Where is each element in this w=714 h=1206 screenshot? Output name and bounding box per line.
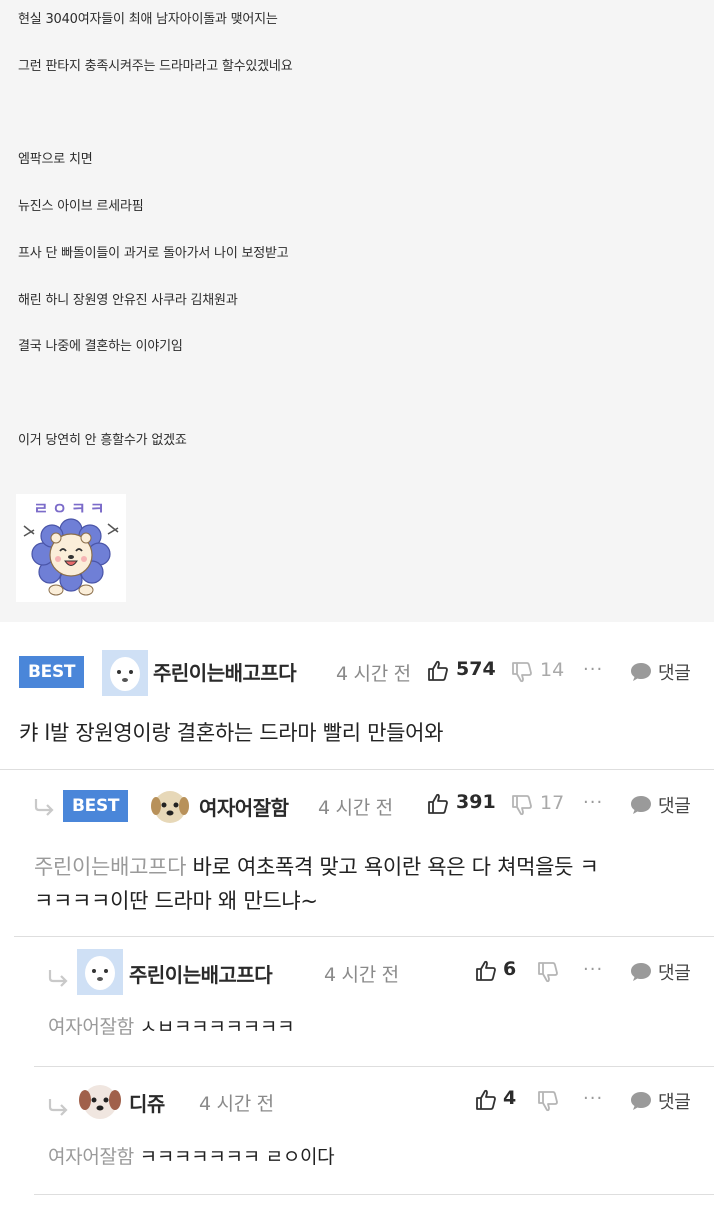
comment-text: 캬 l발 장원영이랑 결혼하는 드라마 빨리 만들어와 <box>19 721 444 745</box>
like-count: 6 <box>503 958 517 980</box>
comment-text-line: ㅋㅋㅋㅋㅋㅋㅋ ㄹㅇ이다 <box>133 1146 335 1168</box>
divider <box>34 1066 714 1067</box>
post-line: 이거 당연히 안 흥할수가 없겠죠 <box>18 433 187 448</box>
reply-button[interactable]: 댓글 <box>658 959 691 985</box>
speech-bubble-icon[interactable] <box>629 961 653 987</box>
more-options-button[interactable]: ··· <box>583 792 603 813</box>
post-line: 현실 3040여자들이 최애 남자아이돌과 맺어지는 <box>18 12 278 27</box>
comment-section: BEST 주린이는배고프다 4 시간 전 574 14 ··· 댓글 캬 l발 … <box>0 622 714 1206</box>
best-badge: BEST <box>19 656 85 688</box>
avatar[interactable] <box>77 1078 123 1124</box>
post-line: 프사 단 빠돌이들이 과거로 돌아가서 나이 보정받고 <box>18 246 289 261</box>
comment-nickname[interactable]: 여자어잘함 <box>199 792 289 821</box>
comment-time: 4 시간 전 <box>324 964 399 986</box>
post-line: 그런 판타지 충족시켜주는 드라마라고 할수있겠네요 <box>18 59 293 74</box>
thumbs-up-icon[interactable] <box>474 959 498 987</box>
reply-arrow-icon <box>33 797 57 821</box>
post-line: 뉴진스 아이브 르세라핌 <box>18 199 144 214</box>
like-count: 4 <box>503 1087 517 1109</box>
thumbs-up-icon[interactable] <box>426 792 450 820</box>
comment-time: 4 시간 전 <box>318 797 393 819</box>
reply-arrow-icon <box>47 1097 71 1121</box>
reply-button[interactable]: 댓글 <box>658 792 691 818</box>
dislike-count: 14 <box>540 659 565 681</box>
avatar[interactable] <box>147 782 193 828</box>
divider <box>0 769 714 770</box>
divider <box>14 936 714 937</box>
comment-text: 여자어잘함 ㅅㅂㅋㅋㅋㅋㅋㅋㅋ <box>48 1010 295 1044</box>
thumbs-down-icon[interactable] <box>510 660 534 688</box>
comment-mention[interactable]: 주린이는배고프다 <box>34 855 186 879</box>
comment-text: 여자어잘함 ㅋㅋㅋㅋㅋㅋㅋ ㄹㅇ이다 <box>48 1140 335 1174</box>
like-count: 574 <box>456 658 496 680</box>
comment-text-line: 바로 여초폭격 맞고 욕이란 욕은 다 쳐먹을듯 ㅋ <box>186 855 599 879</box>
comment-text: 주린이는배고프다 바로 여초폭격 맞고 욕이란 욕은 다 쳐먹을듯 ㅋ <box>34 850 599 884</box>
svg-text:ㄹㅇㅋㅋ: ㄹㅇㅋㅋ <box>34 499 109 518</box>
lion-sticker-image: ㄹㅇㅋㅋ <box>16 494 126 602</box>
comment-nickname[interactable]: 주린이는배고프다 <box>153 657 297 686</box>
thumbs-down-icon[interactable] <box>510 793 534 821</box>
thumbs-down-icon[interactable] <box>536 1089 560 1117</box>
post-line: 엠팍으로 치면 <box>18 152 93 167</box>
more-options-button[interactable]: ··· <box>583 959 603 980</box>
post-line: 결국 나중에 결혼하는 이야기임 <box>18 339 183 354</box>
more-options-button[interactable]: ··· <box>583 659 603 680</box>
comment-time: 4 시간 전 <box>199 1093 274 1115</box>
like-count: 391 <box>456 791 496 813</box>
comment-mention[interactable]: 여자어잘함 <box>48 1146 134 1168</box>
best-badge: BEST <box>63 790 129 822</box>
thumbs-up-icon[interactable] <box>426 659 450 687</box>
reply-button[interactable]: 댓글 <box>658 659 691 685</box>
speech-bubble-icon[interactable] <box>629 794 653 820</box>
speech-bubble-icon[interactable] <box>629 1090 653 1116</box>
thumbs-down-icon[interactable] <box>536 960 560 988</box>
comment-text-line: ㅅㅂㅋㅋㅋㅋㅋㅋㅋ <box>133 1016 295 1038</box>
comment-nickname[interactable]: 주린이는배고프다 <box>129 959 273 988</box>
comment-mention[interactable]: 여자어잘함 <box>48 1016 134 1038</box>
reply-button[interactable]: 댓글 <box>658 1088 691 1114</box>
comment-time: 4 시간 전 <box>336 663 411 685</box>
avatar[interactable] <box>102 650 148 696</box>
comment-nickname[interactable]: 디쥬 <box>129 1088 165 1117</box>
dislike-count: 17 <box>540 792 565 814</box>
more-options-button[interactable]: ··· <box>583 1088 603 1109</box>
speech-bubble-icon[interactable] <box>629 661 653 687</box>
divider <box>34 1194 714 1195</box>
avatar[interactable] <box>77 949 123 995</box>
comment-text-line: ㅋㅋㅋㅋ이딴 드라마 왜 만드냐~ <box>34 889 318 913</box>
reply-arrow-icon <box>47 968 71 992</box>
thumbs-up-icon[interactable] <box>474 1088 498 1116</box>
post-line: 해린 하니 장원영 안유진 사쿠라 김채원과 <box>18 293 238 308</box>
post-body: 현실 3040여자들이 최애 남자아이돌과 맺어지는 그런 판타지 충족시켜주는… <box>0 0 714 622</box>
